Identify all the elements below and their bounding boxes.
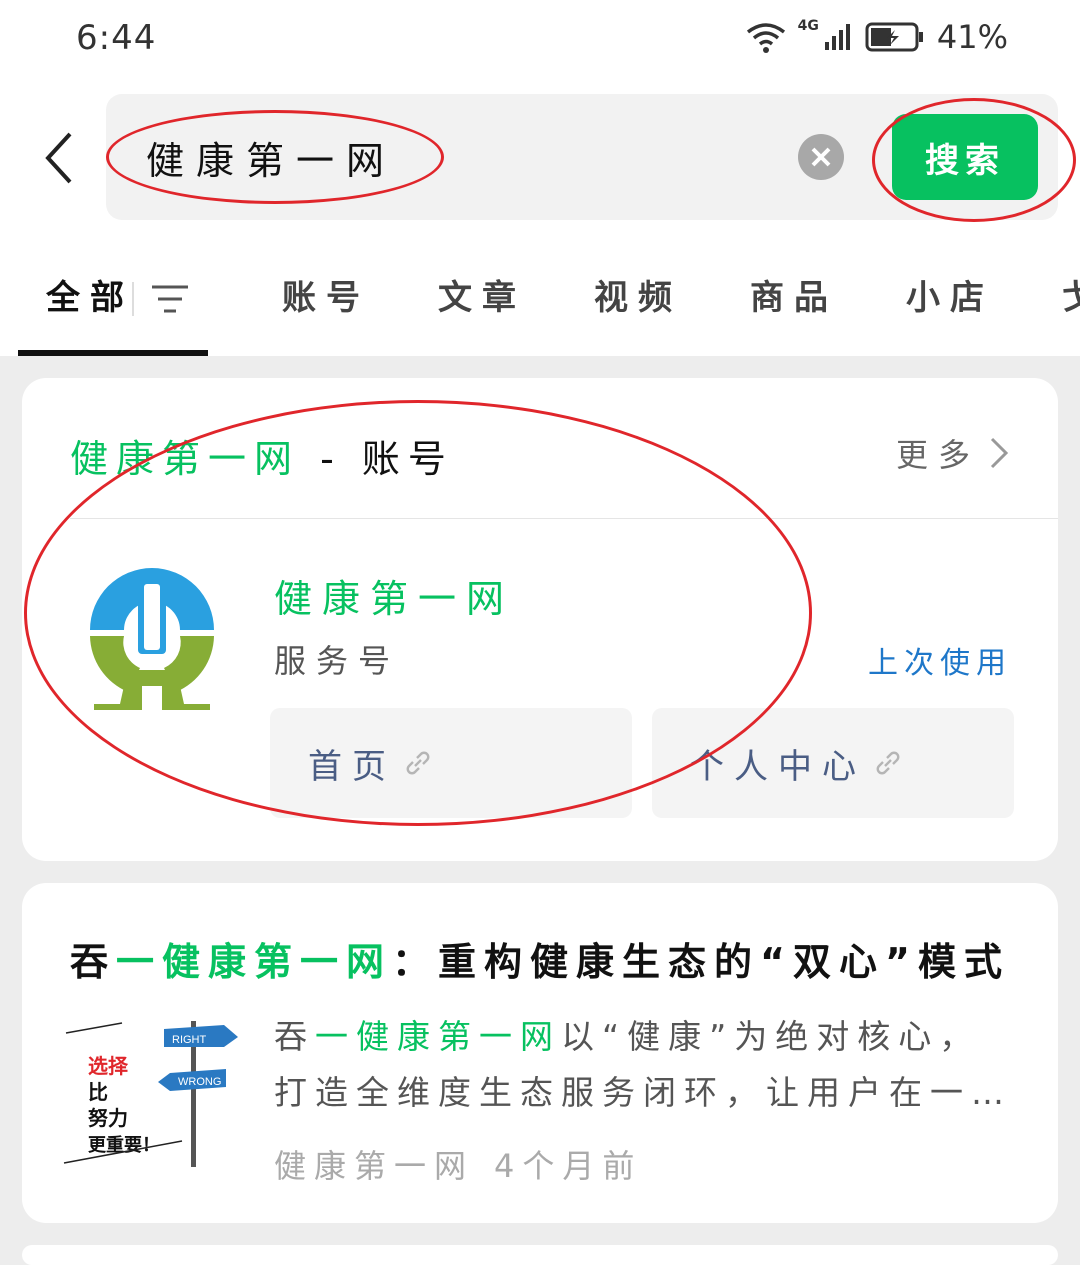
network-type-label: 4G	[797, 18, 819, 34]
search-input[interactable]: 健康第一网	[146, 130, 396, 185]
tab-all[interactable]: 全部	[46, 270, 134, 319]
next-card-peek	[22, 1245, 1058, 1265]
home-link-label: 首页	[308, 746, 396, 787]
article-source: 健康第一网	[274, 1147, 475, 1185]
tab-videos[interactable]: 视频	[594, 270, 682, 319]
top-bar: 6:44 4G 41% 健康第一网 搜索 全部 账号 文章 视频 商品 小店	[0, 0, 1080, 356]
account-card: 健康第一网 - 账号 更多 健康第一网 服务号 上次使用 首页 个人中心	[22, 378, 1058, 861]
tab-bar: 全部 账号 文章 视频 商品 小店 戈	[0, 270, 1080, 330]
article-title-suffix: ：重构健康生态的“双心”模式	[392, 940, 1010, 984]
clear-search-button[interactable]	[798, 134, 844, 180]
article-thumbnail[interactable]: RIGHT WRONG 选择 比 努力 更重要！	[62, 1013, 242, 1173]
close-icon	[811, 147, 831, 167]
article-title[interactable]: 吞一健康第一网：重构健康生态的“双心”模式	[70, 931, 1010, 986]
tab-shops[interactable]: 小店	[906, 270, 994, 319]
sign-wrong-label: WRONG	[178, 1076, 221, 1088]
section-title-suffix: - 账号	[320, 437, 454, 481]
link-icon	[406, 751, 430, 775]
chevron-right-icon	[990, 437, 1009, 469]
article-meta: 健康第一网 4个月前	[274, 1141, 642, 1187]
account-name[interactable]: 健康第一网	[274, 568, 514, 623]
battery-percent: 41%	[936, 18, 1008, 56]
battery-icon	[865, 22, 923, 52]
article-desc-keyword: 一健康第一网	[315, 1017, 561, 1056]
status-time: 6:44	[76, 18, 157, 58]
tab-articles[interactable]: 文章	[438, 270, 526, 319]
thumb-text-line4: 更重要！	[88, 1134, 160, 1156]
account-type: 服务号	[274, 642, 401, 680]
back-arrow-icon[interactable]	[40, 130, 80, 186]
search-box[interactable]: 健康第一网 搜索	[106, 94, 1058, 220]
personal-center-link-label: 个人中心	[690, 746, 866, 787]
search-button[interactable]: 搜索	[892, 114, 1038, 200]
article-desc-prefix: 吞	[274, 1017, 315, 1056]
article-description: 吞一健康第一网以“健康”为绝对核心，打造全维度生态服务闭环，让用户在一…	[274, 1009, 1014, 1121]
last-used-badge: 上次使用	[868, 646, 1012, 681]
thumb-text-line3: 努力	[88, 1106, 128, 1130]
more-link[interactable]: 更多	[896, 430, 1010, 476]
wifi-icon	[746, 23, 785, 53]
thumb-text-line1: 选择	[88, 1054, 129, 1078]
thumb-text-line2: 比	[88, 1080, 108, 1104]
active-tab-indicator	[18, 350, 208, 356]
tab-accounts[interactable]: 账号	[282, 270, 370, 319]
article-title-prefix: 吞	[70, 940, 117, 984]
article-card[interactable]: 吞一健康第一网：重构健康生态的“双心”模式 RIGHT WRONG 选择 比 努…	[22, 883, 1058, 1223]
filter-icon[interactable]	[150, 284, 190, 314]
signal-icon	[824, 24, 850, 50]
status-icons: 4G 41%	[746, 18, 1008, 56]
tab-separator	[132, 282, 134, 316]
personal-center-link-button[interactable]: 个人中心	[652, 708, 1014, 818]
home-link-button[interactable]: 首页	[270, 708, 632, 818]
article-time: 4个月前	[494, 1147, 643, 1185]
tab-more[interactable]: 戈	[1062, 270, 1080, 319]
divider	[70, 518, 1058, 519]
sign-right-label: RIGHT	[172, 1034, 207, 1046]
tab-products[interactable]: 商品	[750, 270, 838, 319]
more-label: 更多	[895, 436, 980, 474]
link-icon	[876, 751, 900, 775]
article-title-keyword: 一健康第一网	[116, 940, 393, 984]
section-title-keyword: 健康第一网	[70, 437, 301, 481]
section-title: 健康第一网 - 账号	[70, 428, 454, 483]
account-logo[interactable]	[84, 558, 220, 718]
